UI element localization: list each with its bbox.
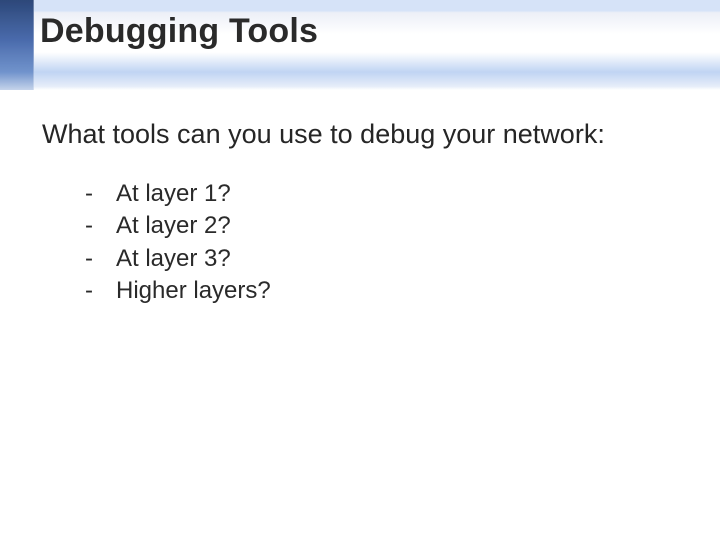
lead-text: What tools can you use to debug your net… [42, 118, 680, 152]
list-item-text: At layer 3? [116, 243, 231, 275]
bullet-icon: - [82, 210, 96, 242]
bullet-list: - At layer 1? - At layer 2? - At layer 3… [42, 178, 680, 308]
bullet-icon: - [82, 178, 96, 210]
list-item: - Higher layers? [82, 275, 680, 307]
list-item-text: Higher layers? [116, 275, 271, 307]
list-item-text: At layer 1? [116, 178, 231, 210]
list-item: - At layer 3? [82, 243, 680, 275]
slide-title: Debugging Tools [40, 12, 318, 51]
list-item: - At layer 2? [82, 210, 680, 242]
slide-body: What tools can you use to debug your net… [42, 118, 680, 307]
bullet-icon: - [82, 275, 96, 307]
bullet-icon: - [82, 243, 96, 275]
slide: Debugging Tools What tools can you use t… [0, 0, 720, 540]
left-accent-bar [0, 0, 34, 90]
list-item-text: At layer 2? [116, 210, 231, 242]
title-band: Debugging Tools [0, 0, 720, 90]
list-item: - At layer 1? [82, 178, 680, 210]
